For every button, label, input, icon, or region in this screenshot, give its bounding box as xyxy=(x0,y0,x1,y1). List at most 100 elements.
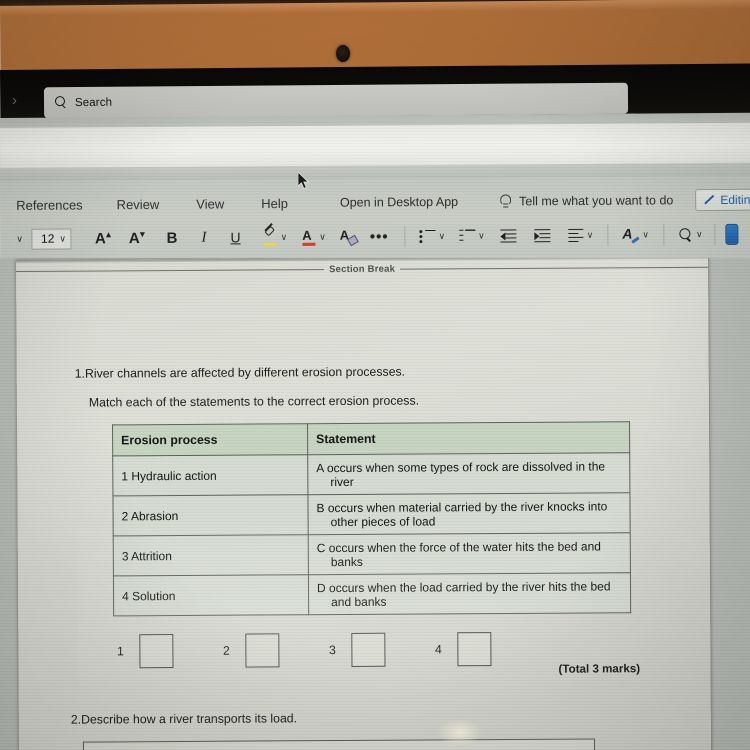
table-row: 3 Attrition C occurs when the force of t… xyxy=(113,532,631,576)
paragraph-align-button[interactable]: ∨ xyxy=(568,228,594,243)
section-break: Section Break xyxy=(16,262,709,277)
tab-review[interactable]: Review xyxy=(117,196,160,211)
tell-me-label: Tell me what you want to do xyxy=(519,193,674,209)
tab-view[interactable]: View xyxy=(196,196,224,211)
answer-box-1[interactable] xyxy=(139,634,174,669)
question-1-instruction: Match each of the statements to the corr… xyxy=(88,393,420,410)
cell-statement-a: A occurs when some types of rock are dis… xyxy=(307,452,630,495)
font-size-dropdown[interactable]: 12 ∨ xyxy=(30,228,72,250)
tab-references[interactable]: References xyxy=(16,197,83,212)
bold-button[interactable]: B xyxy=(167,229,178,246)
search-icon xyxy=(55,96,68,109)
font-size-value: 12 xyxy=(40,231,55,246)
chevron-down-icon: ∨ xyxy=(280,231,288,242)
cell-statement-c: C occurs when the force of the water hit… xyxy=(308,532,631,575)
cell-process-2: 2 Abrasion xyxy=(112,494,309,536)
highlight-color-button[interactable]: ∨ xyxy=(263,222,288,246)
bullets-button[interactable]: ∨ xyxy=(419,229,446,243)
dictate-button[interactable] xyxy=(725,223,739,245)
table-row: 4 Solution D occurs when the load carrie… xyxy=(113,572,631,616)
column-header-statement: Statement xyxy=(307,421,630,455)
chevron-down-icon: ∨ xyxy=(59,233,66,244)
numbered-list-icon xyxy=(459,229,476,242)
toolbar-divider-2 xyxy=(607,224,609,246)
answer-box-4[interactable] xyxy=(457,632,492,667)
open-in-desktop-app-button[interactable]: Open in Desktop App xyxy=(340,195,458,210)
italic-button[interactable]: I xyxy=(201,229,206,246)
word-ribbon: t References Review View Help Open in De… xyxy=(0,175,750,263)
bulleted-list-icon xyxy=(419,229,436,243)
cell-statement-d: D occurs when the load carried by the ri… xyxy=(308,572,631,615)
document-page[interactable]: Section Break 1.River channels are affec… xyxy=(16,258,719,750)
forward-chevron-icon[interactable]: › xyxy=(12,92,17,109)
caret-down-icon: ▾ xyxy=(140,228,145,239)
grow-font-letter: A xyxy=(94,229,106,247)
styles-icon: A xyxy=(622,226,640,244)
document-canvas: Section Break 1.River channels are affec… xyxy=(0,258,750,750)
cell-process-4: 4 Solution xyxy=(113,574,309,616)
statement-a-line2: river xyxy=(330,474,354,489)
statement-d-line2: and banks xyxy=(331,594,387,609)
search-placeholder: Search xyxy=(74,96,113,109)
highlighter-icon xyxy=(263,222,278,246)
erosion-match-table: Erosion process Statement 1 Hydraulic ac… xyxy=(112,421,631,616)
chevron-down-icon: ∨ xyxy=(16,233,24,244)
toolbar-divider-4 xyxy=(714,223,716,245)
numbering-button[interactable]: ∨ xyxy=(459,229,485,242)
answer-label-4: 4 xyxy=(434,642,442,657)
grow-font-button[interactable]: A ▴ xyxy=(94,228,111,247)
cell-process-3: 3 Attrition xyxy=(113,534,309,576)
section-break-line-right xyxy=(400,266,709,270)
statement-d-line1: D occurs when the load carried by the ri… xyxy=(316,578,611,595)
find-button[interactable]: ∨ xyxy=(678,227,703,242)
more-formatting-options-button[interactable]: ••• xyxy=(370,228,389,245)
chevron-down-icon: ∨ xyxy=(642,228,649,240)
chevron-down-icon: ∨ xyxy=(586,229,594,240)
tab-help[interactable]: Help xyxy=(261,195,288,210)
answer-label-2: 2 xyxy=(222,643,230,658)
styles-button[interactable]: A ∨ xyxy=(622,226,649,244)
answer-boxes-row: 1 2 3 4 xyxy=(113,631,633,669)
answer-box-3[interactable] xyxy=(351,632,386,667)
ribbon-tabs: t References Review View Help Open in De… xyxy=(0,185,750,220)
font-color-icon: A xyxy=(301,227,316,246)
underline-button[interactable]: U xyxy=(230,229,240,245)
font-name-dropdown-caret[interactable]: ∨ xyxy=(16,233,23,244)
chevron-down-icon: ∨ xyxy=(319,231,326,242)
increase-indent-icon xyxy=(534,228,551,243)
cell-process-1: 1 Hydraulic action xyxy=(112,454,308,496)
question-2-text: 2.Describe how a river transports its lo… xyxy=(70,711,298,727)
toolbar-divider-3 xyxy=(662,223,664,245)
clear-formatting-icon: A xyxy=(340,227,360,246)
statement-a-line1: A occurs when some types of rock are dis… xyxy=(316,458,606,475)
answer-label-3: 3 xyxy=(328,643,336,658)
search-icon xyxy=(678,227,693,242)
font-color-button[interactable]: A ∨ xyxy=(301,227,326,246)
tell-me-search-box[interactable]: Tell me what you want to do xyxy=(500,193,673,209)
statement-b-line2: other pieces of load xyxy=(330,513,436,529)
editing-mode-button[interactable]: Editing ∨ xyxy=(695,188,750,212)
chevron-down-icon: ∨ xyxy=(438,230,446,241)
answer-box-2[interactable] xyxy=(245,633,280,668)
question-2-answer-box[interactable] xyxy=(82,738,596,750)
search-bar-container[interactable]: Search xyxy=(43,82,629,119)
caret-up-icon: ▴ xyxy=(106,228,111,239)
screenshot-root: › Search t References Review View Help O… xyxy=(0,0,750,750)
clear-formatting-button[interactable]: A xyxy=(340,227,360,246)
editing-label: Editing xyxy=(720,192,750,207)
shrink-font-letter: A xyxy=(128,229,140,247)
table-row: 1 Hydraulic action A occurs when some ty… xyxy=(112,452,630,496)
section-break-label: Section Break xyxy=(329,263,396,276)
statement-c-line2: banks xyxy=(330,554,363,569)
table-row: 2 Abrasion B occurs when material carrie… xyxy=(112,492,631,536)
toolbar-divider xyxy=(404,225,406,247)
search-input[interactable]: Search xyxy=(43,82,629,119)
question-1-text: 1.River channels are affected by differe… xyxy=(74,364,406,381)
formatting-toolbar: ∨ 12 ∨ A ▴ A ▾ B I U ∨ A ∨ A ••• ∨ ∨ ∨ A… xyxy=(0,217,750,256)
section-break-line-left xyxy=(16,269,325,272)
shrink-font-button[interactable]: A ▾ xyxy=(128,228,145,247)
decrease-indent-button[interactable] xyxy=(500,228,517,243)
webcam-icon xyxy=(336,45,350,62)
increase-indent-button[interactable] xyxy=(534,228,551,243)
decrease-indent-icon xyxy=(500,228,517,243)
